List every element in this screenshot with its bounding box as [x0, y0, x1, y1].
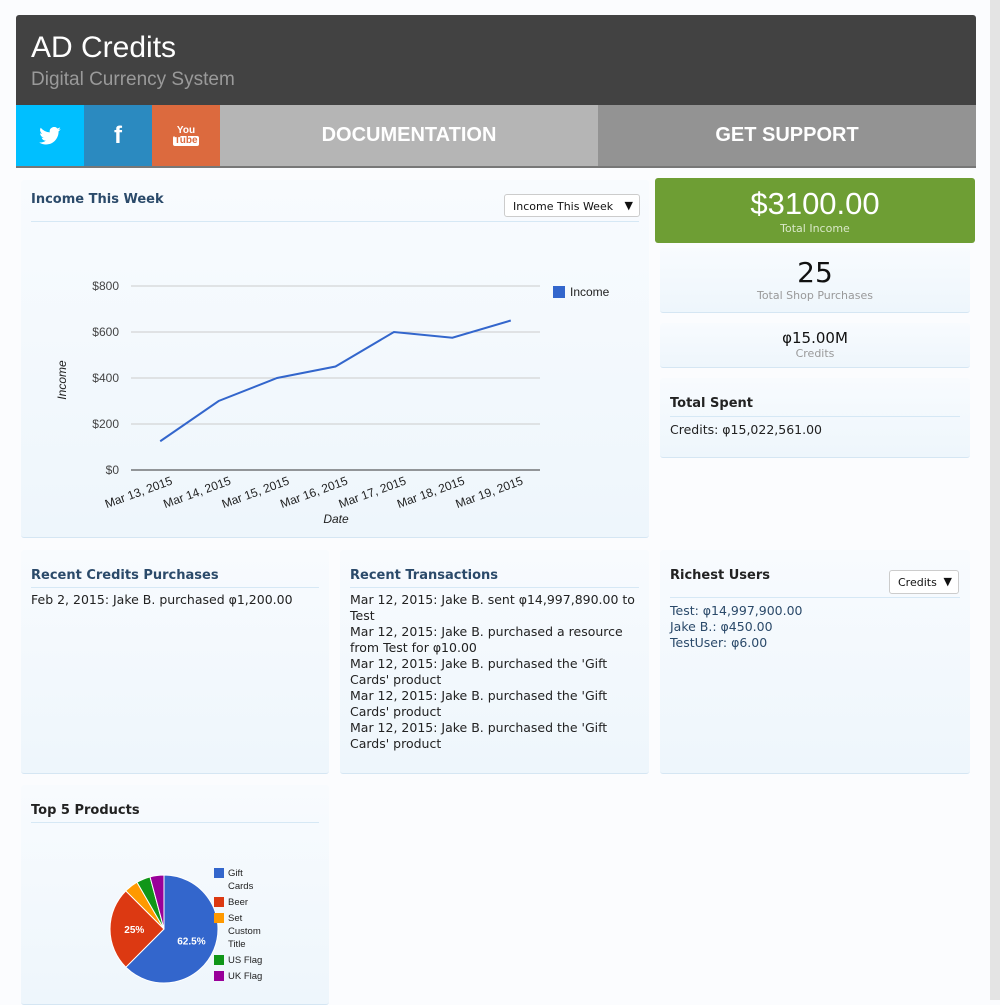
x-tick-label: Mar 19, 2015: [454, 474, 526, 511]
legend-swatch: [214, 897, 224, 907]
total-income-label: Total Income: [780, 222, 850, 235]
richest-users-list: Test: φ14,997,900.00 Jake B.: φ450.00 Te…: [670, 603, 960, 651]
legend-label: US Flag: [228, 955, 262, 966]
recent-purchases-list: Feb 2, 2015: Jake B. purchased φ1,200.00: [31, 592, 319, 608]
list-item: Mar 12, 2015: Jake B. purchased the 'Gif…: [350, 656, 608, 687]
legend-swatch: [214, 955, 224, 965]
income-panel: Income This Week Income This Week ▼ $0 $20…: [21, 180, 649, 538]
y-tick-label: $400: [92, 371, 119, 385]
total-income-card: $3100.00 Total Income: [655, 178, 975, 243]
pie-slice-label: 62.5%: [177, 936, 205, 947]
facebook-icon: f: [114, 121, 122, 149]
legend-label: UK Flag: [228, 971, 262, 982]
youtube-icon-text: Tube: [173, 134, 199, 146]
y-tick-label: $600: [92, 325, 119, 339]
total-income-value: $3100.00: [750, 186, 880, 221]
purchases-value: 25: [797, 256, 833, 289]
legend-label: Beer: [228, 897, 248, 908]
total-spent-panel: Total Spent Credits: φ15,022,561.00: [660, 378, 970, 458]
credits-value: φ15.00M: [782, 329, 848, 347]
list-item: TestUser: φ6.00: [670, 635, 768, 650]
credits-card: φ15.00M Credits: [660, 323, 970, 368]
list-item: Mar 12, 2015: Jake B. purchased the 'Gif…: [350, 688, 608, 719]
list-item: Jake B.: φ450.00: [670, 619, 773, 634]
youtube-icon: You Tube: [173, 124, 199, 146]
legend-swatch: [214, 868, 224, 878]
total-spent-title: Total Spent: [670, 396, 960, 417]
get-support-button[interactable]: GET SUPPORT: [598, 105, 976, 166]
pie-slice-label: 25%: [124, 925, 144, 936]
youtube-button[interactable]: You Tube: [152, 105, 220, 166]
app-header: AD Credits Digital Currency System: [16, 15, 976, 105]
recent-purchases-title: Recent Credits Purchases: [31, 568, 319, 588]
recent-transactions-panel: Recent Transactions Mar 12, 2015: Jake B…: [340, 550, 649, 774]
list-item: Mar 12, 2015: Jake B. purchased the 'Gif…: [350, 720, 608, 751]
y-tick-label: $0: [106, 463, 120, 477]
legend-label: Set Custom Title: [228, 913, 261, 950]
facebook-button[interactable]: f: [84, 105, 152, 166]
legend-swatch: [214, 971, 224, 981]
recent-transactions-list: Mar 12, 2015: Jake B. sent φ14,997,890.0…: [350, 592, 639, 752]
y-axis-title: Income: [55, 360, 69, 400]
purchases-label: Total Shop Purchases: [756, 289, 874, 302]
legend-label: Gift Cards: [228, 868, 254, 892]
shop-purchases-card: 25 Total Shop Purchases: [660, 248, 970, 313]
app-title: AD Credits: [31, 31, 177, 64]
list-item: Mar 12, 2015: Jake B. sent φ14,997,890.0…: [350, 592, 635, 623]
twitter-button[interactable]: [16, 105, 84, 166]
x-axis-title: Date: [323, 512, 349, 526]
dropdown-arrow-icon: ▼: [943, 575, 952, 588]
richest-users-panel: Richest Users Credits ▼ Test: φ14,997,900…: [660, 550, 970, 774]
credits-label: Credits: [795, 347, 835, 360]
app-subtitle: Digital Currency System: [31, 69, 235, 90]
nav-bar: f You Tube DOCUMENTATION GET SUPPORT: [16, 105, 976, 168]
top-products-panel: Top 5 Products 62.5% 25% Gift Cards Beer Set C…: [21, 785, 329, 1005]
y-tick-label: $800: [92, 279, 119, 293]
recent-purchases-panel: Recent Credits Purchases Feb 2, 2015: Ja…: [21, 550, 329, 774]
recent-transactions-title: Recent Transactions: [350, 568, 639, 588]
documentation-button[interactable]: DOCUMENTATION: [220, 105, 598, 166]
y-tick-label: $200: [92, 417, 119, 431]
income-series-line: [159, 319, 512, 443]
youtube-icon-text: You: [176, 124, 196, 136]
list-item: Test: φ14,997,900.00: [670, 603, 803, 618]
list-item: Mar 12, 2015: Jake B. purchased a resour…: [350, 624, 623, 655]
legend-swatch: [553, 286, 565, 298]
legend-label: Income: [570, 285, 610, 299]
total-spent-value: Credits: φ15,022,561.00: [670, 422, 822, 437]
richest-users-select[interactable]: Credits ▼: [889, 570, 959, 594]
top-products-pie-chart: 62.5% 25% Gift Cards Beer Set Custom Title US Fl…: [109, 868, 262, 984]
legend-swatch: [214, 913, 224, 923]
twitter-icon: [39, 126, 61, 144]
income-line-chart: $0$200$400$600$800Mar 13, 2015Mar 14, 20…: [55, 279, 610, 526]
list-item: Feb 2, 2015: Jake B. purchased φ1,200.00: [31, 592, 293, 607]
richest-select-value: Credits: [898, 576, 937, 589]
